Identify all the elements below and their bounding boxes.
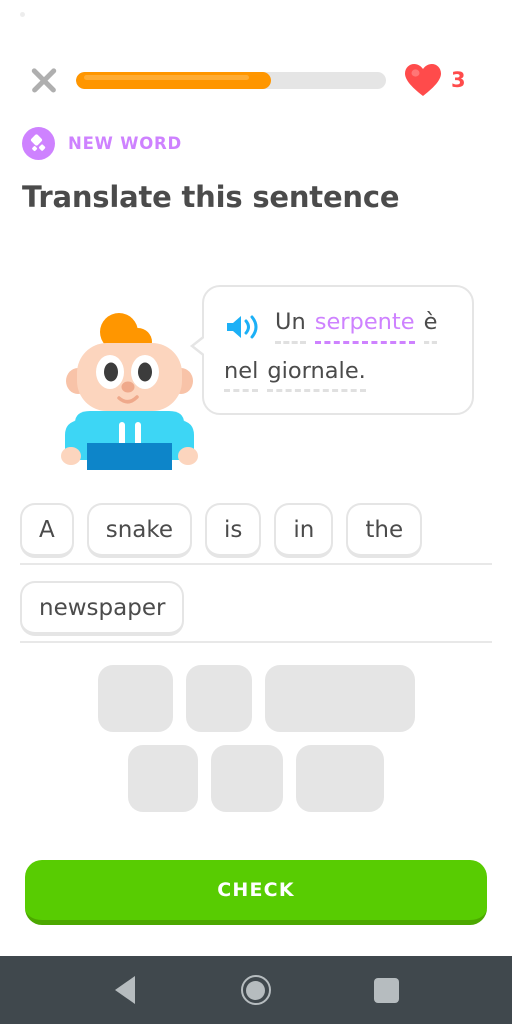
speaker-audio-icon[interactable]: [224, 313, 264, 341]
exercise-title: Translate this sentence: [22, 180, 400, 214]
prompt-area: Un serpente è nel giornale.: [0, 275, 512, 485]
answer-word-tile[interactable]: snake: [86, 502, 193, 558]
android-navigation-bar: [0, 956, 512, 1024]
word-bank-empty-slot[interactable]: [296, 745, 384, 812]
word-bank-row-1: [20, 665, 492, 732]
sentence-token-new-word[interactable]: serpente: [314, 311, 415, 344]
new-word-label: NEW WORD: [68, 134, 183, 153]
lesson-progress-fill: [76, 71, 272, 89]
recents-square-icon[interactable]: [359, 962, 415, 1018]
word-bank-empty-slot[interactable]: [185, 665, 252, 732]
lesson-topbar: 3: [0, 50, 512, 110]
hearts-count-label: 3: [451, 68, 466, 92]
sentence-line-2: nel giornale.: [224, 359, 454, 392]
answer-word-tile[interactable]: newspaper: [20, 580, 185, 636]
status-indicator-dot: [20, 12, 25, 17]
check-button[interactable]: CHECK: [25, 860, 487, 925]
sentence-speech-bubble: Un serpente è nel giornale.: [190, 285, 474, 415]
answer-word-tile[interactable]: A: [20, 502, 74, 558]
word-bank-empty-slot[interactable]: [97, 665, 173, 732]
sentence-token[interactable]: è: [423, 311, 438, 344]
answer-row-2: newspaper: [0, 565, 512, 643]
word-bank-row-2: [20, 745, 492, 812]
heart-icon: [405, 64, 441, 96]
lesson-progress-bar[interactable]: [76, 71, 386, 89]
back-triangle-icon[interactable]: [97, 962, 153, 1018]
progress-highlight: [84, 74, 250, 80]
answer-word-tile[interactable]: is: [205, 502, 262, 558]
hearts-counter[interactable]: 3: [404, 63, 466, 97]
sentence-token[interactable]: nel: [224, 359, 259, 392]
sentence-token[interactable]: Un: [275, 311, 306, 344]
answer-area: A snake is in the newspaper: [0, 487, 512, 643]
answer-word-tile[interactable]: the: [346, 502, 423, 558]
word-bank: [0, 665, 512, 825]
new-word-diamond-icon: [22, 127, 55, 160]
sentence-token[interactable]: giornale.: [267, 359, 366, 392]
new-word-badge: NEW WORD: [22, 127, 182, 160]
word-bank-empty-slot[interactable]: [211, 745, 283, 812]
duolingo-lesson-screen: 3 NEW WORD Translate this sentence Un se…: [0, 0, 512, 1024]
close-x-icon[interactable]: [16, 52, 72, 108]
answer-word-tile[interactable]: in: [274, 502, 334, 558]
duo-junior-character: [61, 313, 198, 470]
word-bank-empty-slot[interactable]: [264, 665, 415, 732]
answer-row-1: A snake is in the: [0, 487, 512, 565]
home-circle-icon[interactable]: [228, 962, 284, 1018]
sentence-line-1: Un serpente è: [224, 311, 454, 344]
word-bank-empty-slot[interactable]: [128, 745, 198, 812]
